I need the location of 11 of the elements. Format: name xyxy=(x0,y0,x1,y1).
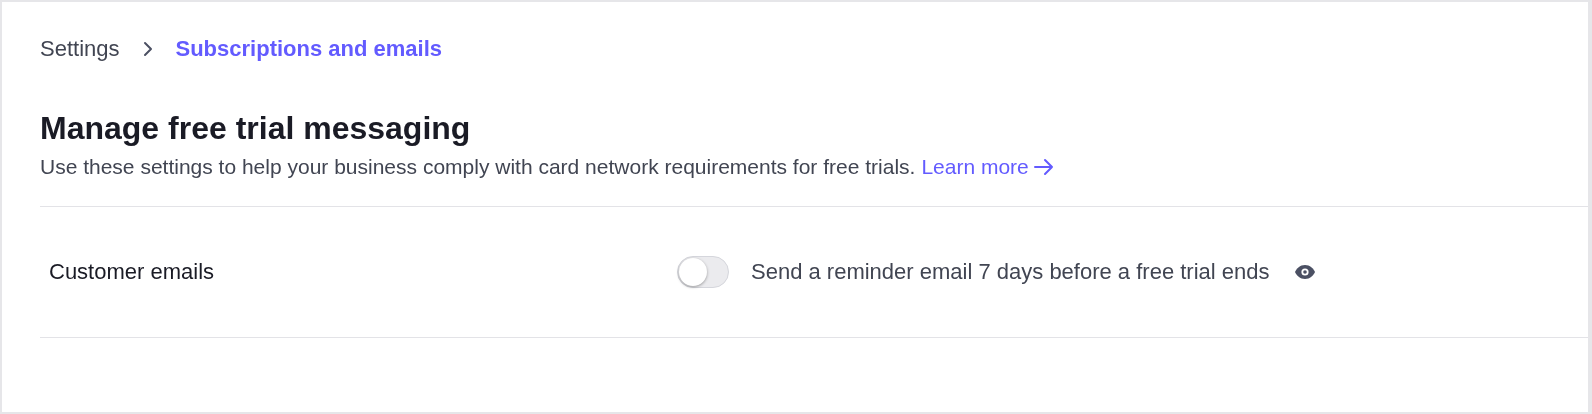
toggle-switch[interactable] xyxy=(677,256,729,288)
breadcrumb-link[interactable]: Subscriptions and emails xyxy=(175,36,442,62)
eye-icon[interactable] xyxy=(1293,264,1316,280)
arrow-right-icon xyxy=(1032,158,1055,176)
breadcrumb-link[interactable]: Settings xyxy=(40,36,120,62)
chevron-right-icon xyxy=(141,40,154,58)
page-heading: Manage free trial messaging xyxy=(40,109,472,148)
learn-more-link[interactable]: Learn more xyxy=(921,152,1055,182)
description-text: Use these settings to help your business comply with card network requirements for free trials. xyxy=(40,154,916,180)
setting-label: Customer emails xyxy=(48,259,216,285)
option-text: Send a reminder email 7 days before a free trial ends xyxy=(751,259,1270,285)
